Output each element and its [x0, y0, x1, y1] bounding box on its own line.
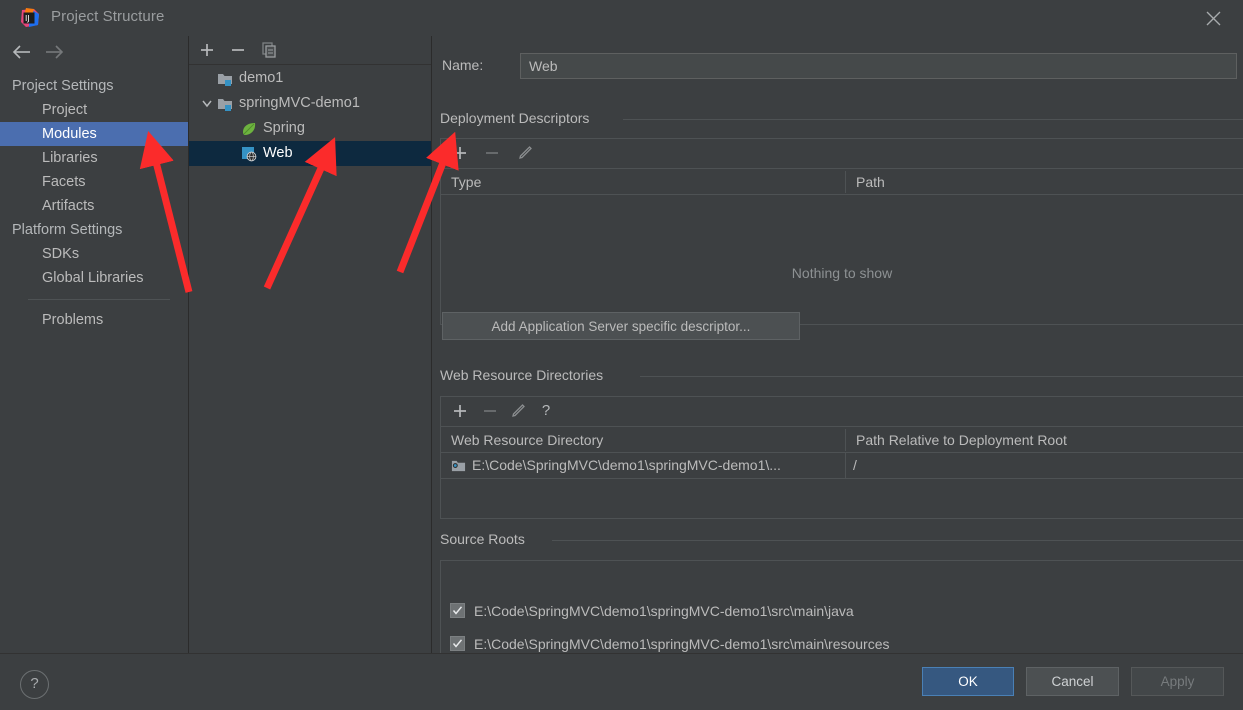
deployment-descriptors-toolbar	[441, 139, 1243, 168]
copy-module-icon[interactable]	[258, 39, 280, 61]
module-folder-icon	[217, 71, 233, 87]
remove-deployment-descriptor-button[interactable]	[481, 142, 503, 164]
svg-text:IJ: IJ	[25, 14, 30, 23]
module-tree-panel: demo1 springMVC-demo1 Spring Web	[189, 36, 432, 653]
apply-button: Apply	[1131, 667, 1224, 696]
deployment-descriptors-panel: Type Path Nothing to show	[440, 138, 1243, 325]
chevron-down-icon[interactable]	[199, 91, 215, 116]
web-resource-directory-text: E:\Code\SpringMVC\demo1\springMVC-demo1\…	[472, 457, 781, 473]
module-tree-rows: demo1 springMVC-demo1 Spring Web	[189, 66, 431, 166]
add-deployment-descriptor-button[interactable]	[449, 142, 471, 164]
web-resource-help-icon[interactable]: ?	[535, 400, 557, 422]
web-resource-directories-panel: ? Web Resource Directory Path Relative t…	[440, 396, 1243, 519]
column-header-path-relative[interactable]: Path Relative to Deployment Root	[846, 427, 1243, 453]
deployment-descriptors-section-header: Deployment Descriptors	[440, 110, 1243, 126]
module-tree-toolbar	[189, 36, 431, 65]
web-resource-directories-title: Web Resource Directories	[440, 367, 612, 383]
source-roots-title: Source Roots	[440, 531, 533, 547]
project-structure-dialog: IJ Project Structure Project Settings Pr…	[0, 0, 1243, 710]
web-resource-directories-section-header: Web Resource Directories	[440, 367, 1243, 383]
tree-row-web-selected[interactable]: Web	[189, 141, 431, 166]
add-module-button[interactable]	[196, 39, 218, 61]
source-root-path: E:\Code\SpringMVC\demo1\springMVC-demo1\…	[474, 603, 854, 619]
source-roots-section-header: Source Roots	[440, 531, 1243, 547]
source-root-checkbox[interactable]	[450, 603, 465, 618]
spring-leaf-icon	[241, 121, 257, 137]
column-header-path[interactable]: Path	[846, 169, 1243, 195]
tree-row[interactable]: springMVC-demo1	[189, 91, 431, 116]
sidebar-item-modules[interactable]: Modules	[0, 122, 188, 146]
edit-web-resource-pencil-icon[interactable]	[507, 400, 529, 422]
section-divider	[552, 540, 1243, 541]
sidebar-item-problems[interactable]: Problems	[0, 308, 188, 332]
column-header-web-resource-directory[interactable]: Web Resource Directory	[441, 427, 845, 453]
module-name-input[interactable]	[520, 53, 1237, 79]
row-cell-divider	[845, 453, 846, 478]
section-divider	[623, 119, 1243, 120]
tree-row-label: springMVC-demo1	[239, 95, 360, 111]
module-name-label: Name:	[442, 57, 484, 73]
module-details-panel: Name: Deployment Descriptors	[432, 36, 1243, 653]
sidebar-item-facets[interactable]: Facets	[0, 170, 188, 194]
remove-web-resource-button[interactable]	[479, 400, 501, 422]
tree-row[interactable]: demo1	[189, 66, 431, 91]
web-resource-directories-header-row: Web Resource Directory Path Relative to …	[441, 426, 1243, 453]
sidebar-group-platform-settings: Platform Settings	[12, 222, 123, 238]
tree-row-label: Spring	[263, 120, 305, 136]
sidebar-divider	[28, 299, 170, 300]
web-resource-directory-cell: E:\Code\SpringMVC\demo1\springMVC-demo1\…	[451, 453, 843, 481]
web-resource-relative-path-cell: /	[853, 457, 857, 473]
settings-category-list: Project Settings Project Modules Librari…	[0, 74, 188, 332]
deployment-descriptors-header-row: Type Path	[441, 168, 1243, 195]
help-button[interactable]: ?	[20, 670, 49, 699]
sidebar-group-project-settings: Project Settings	[12, 78, 114, 94]
tree-row[interactable]: Spring	[189, 116, 431, 141]
remove-module-button[interactable]	[227, 39, 249, 61]
deployment-descriptors-title: Deployment Descriptors	[440, 110, 598, 126]
sidebar-navigation	[0, 36, 188, 67]
close-icon[interactable]	[1203, 8, 1225, 28]
intellij-idea-icon: IJ	[20, 8, 40, 28]
sidebar-item-sdks[interactable]: SDKs	[0, 242, 188, 266]
ok-button[interactable]: OK	[922, 667, 1014, 696]
list-item[interactable]: E:\Code\SpringMVC\demo1\springMVC-demo1\…	[441, 628, 1243, 653]
dialog-footer: ? OK Cancel Apply	[0, 653, 1243, 710]
source-root-path: E:\Code\SpringMVC\demo1\springMVC-demo1\…	[474, 636, 890, 652]
web-facet-icon	[241, 146, 257, 162]
deployment-descriptors-empty-text: Nothing to show	[791, 265, 893, 281]
source-roots-list: E:\Code\SpringMVC\demo1\springMVC-demo1\…	[441, 595, 1243, 653]
list-item[interactable]: E:\Code\SpringMVC\demo1\springMVC-demo1\…	[441, 595, 1243, 628]
sidebar-item-libraries[interactable]: Libraries	[0, 146, 188, 170]
section-divider	[640, 376, 1243, 377]
table-row[interactable]: E:\Code\SpringMVC\demo1\springMVC-demo1\…	[441, 453, 1243, 478]
title-bar: IJ Project Structure	[0, 0, 1243, 36]
column-header-type[interactable]: Type	[441, 169, 845, 195]
sidebar-item-project[interactable]: Project	[0, 98, 188, 122]
forward-arrow-icon[interactable]	[42, 41, 66, 63]
settings-sidebar: Project Settings Project Modules Librari…	[0, 36, 189, 653]
back-arrow-icon[interactable]	[10, 41, 34, 63]
edit-deployment-descriptor-pencil-icon[interactable]	[514, 142, 536, 164]
source-roots-panel: E:\Code\SpringMVC\demo1\springMVC-demo1\…	[440, 560, 1243, 653]
window-title: Project Structure	[51, 8, 165, 25]
module-name-row: Name:	[442, 53, 1237, 81]
module-folder-icon	[217, 96, 233, 112]
source-root-checkbox[interactable]	[450, 636, 465, 651]
cancel-button[interactable]: Cancel	[1026, 667, 1119, 696]
web-resource-directories-toolbar: ?	[441, 397, 1243, 426]
table-row-divider	[441, 478, 1243, 479]
add-web-resource-button[interactable]	[449, 400, 471, 422]
sidebar-item-global-libraries[interactable]: Global Libraries	[0, 266, 188, 290]
sidebar-item-artifacts[interactable]: Artifacts	[0, 194, 188, 218]
tree-row-label: Web	[263, 145, 293, 161]
add-application-server-descriptor-button[interactable]: Add Application Server specific descript…	[442, 312, 800, 340]
tree-row-label: demo1	[239, 70, 284, 86]
